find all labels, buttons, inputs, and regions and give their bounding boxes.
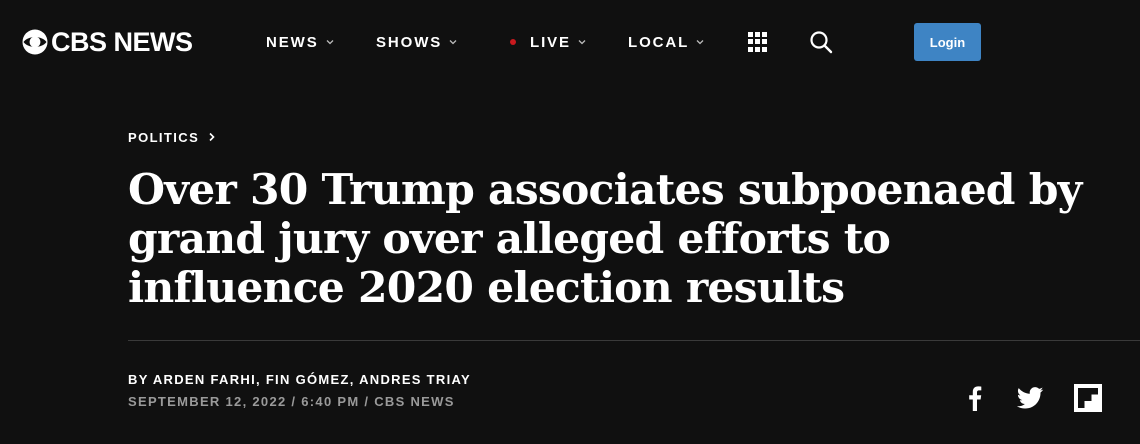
nav-item-shows[interactable]: SHOWS <box>376 30 459 54</box>
share-facebook-button[interactable] <box>960 383 990 413</box>
nav-item-label: LIVE <box>530 33 571 51</box>
chevron-down-icon <box>696 40 704 45</box>
dateline: SEPTEMBER 12, 2022 / 6:40 PM / CBS NEWS <box>128 394 455 409</box>
nav-item-news[interactable]: NEWS <box>266 30 336 54</box>
chevron-down-icon <box>578 40 586 45</box>
cbs-news-logo[interactable]: CBS NEWS <box>22 26 193 58</box>
article-headline: Over 30 Trump associates subpoenaed by g… <box>128 165 1082 313</box>
login-button[interactable]: Login <box>914 23 981 61</box>
share-flipboard-button[interactable] <box>1073 383 1103 413</box>
cbs-eye-logo-icon <box>22 29 48 55</box>
nav-item-label: NEWS <box>266 33 319 51</box>
top-navigation-bar: CBS NEWS NEWS SHOWS LIVE LOCAL Login <box>0 0 1140 84</box>
twitter-icon <box>1016 387 1043 409</box>
search-icon[interactable] <box>809 30 833 54</box>
grid-menu-icon[interactable] <box>748 32 768 52</box>
chevron-down-icon <box>449 40 457 45</box>
nav-item-local[interactable]: LOCAL <box>628 30 706 54</box>
logo-wordmark: CBS NEWS <box>51 27 193 57</box>
nav-item-live[interactable]: LIVE <box>510 30 588 54</box>
divider <box>128 340 1140 341</box>
flipboard-icon <box>1074 384 1102 412</box>
category-label: POLITICS <box>128 129 200 145</box>
live-dot-icon <box>510 39 516 45</box>
byline: BY ARDEN FARHI, FIN GÓMEZ, ANDRES TRIAY <box>128 372 471 387</box>
chevron-down-icon <box>326 40 334 45</box>
breadcrumb-category[interactable]: POLITICS <box>128 128 216 146</box>
nav-item-label: LOCAL <box>628 33 690 51</box>
chevron-right-icon <box>209 132 215 142</box>
facebook-icon <box>969 386 982 411</box>
share-twitter-button[interactable] <box>1015 383 1045 413</box>
nav-item-label: SHOWS <box>376 33 443 51</box>
